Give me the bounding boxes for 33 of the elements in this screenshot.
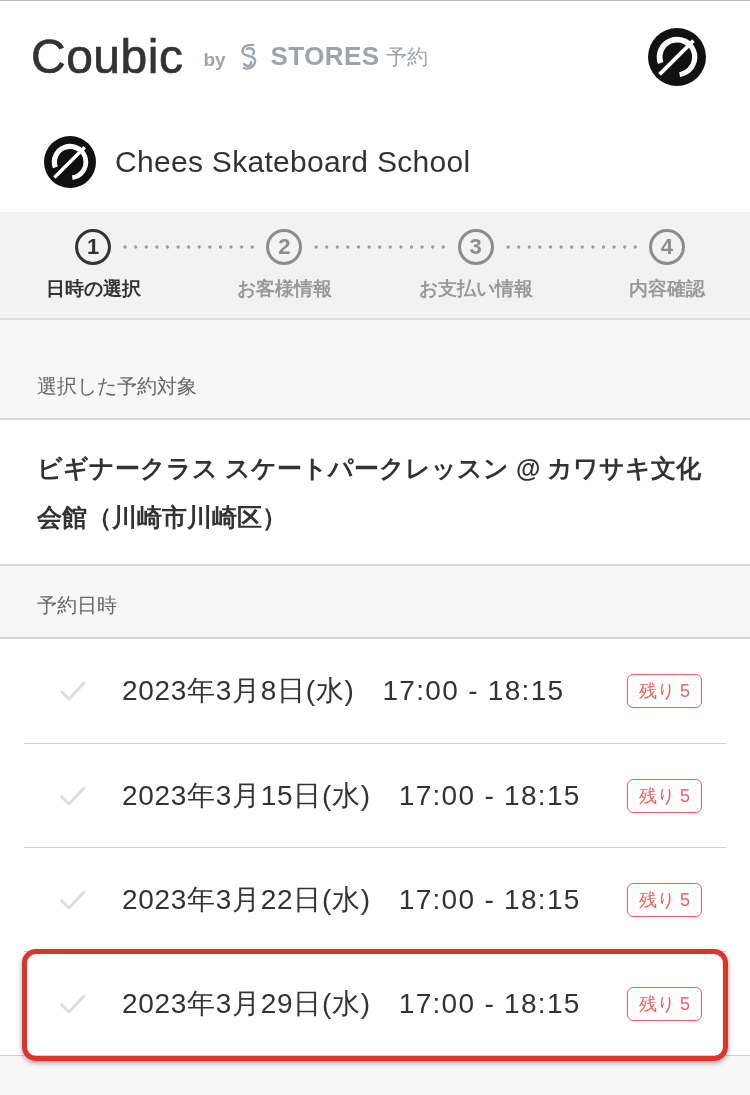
circle-logo-icon [648, 27, 706, 86]
time-slot-item[interactable]: 2023年3月8日(水) 17:00 - 18:15 残り 5 [24, 639, 726, 743]
partner-suffix: 予約 [386, 43, 429, 70]
remaining-badge: 残り 5 [627, 778, 702, 813]
slot-date: 2023年3月8日(水) [122, 674, 355, 708]
circle-logo-icon [44, 136, 96, 188]
slot-date: 2023年3月22日(水) [122, 882, 371, 917]
time-slot-item[interactable]: 2023年3月22日(水) 17:00 - 18:15 残り 5 [24, 847, 726, 951]
slot-date: 2023年3月29日(水) [122, 986, 371, 1021]
slot-time: 17:00 - 18:15 [382, 675, 565, 707]
section-heading: 選択した予約対象 [37, 374, 197, 398]
step-number: 4 [649, 229, 685, 265]
step-number: 2 [266, 229, 303, 265]
remaining-badge: 残り 5 [627, 986, 702, 1021]
slot-time: 17:00 - 18:15 [398, 987, 581, 1020]
slot-time: 17:00 - 18:15 [398, 779, 581, 812]
step-label: お支払い情報 [418, 277, 533, 301]
slot-time: 17:00 - 18:15 [398, 883, 581, 916]
brand-name: Coubic [31, 28, 184, 85]
section-heading: 予約日時 [37, 593, 117, 617]
step-label: 日時の選択 [45, 277, 141, 301]
step-number: 3 [457, 229, 494, 265]
step-label: 内容確認 [629, 277, 705, 301]
partner-name: STORES [270, 41, 380, 72]
remaining-badge: 残り 5 [627, 674, 702, 708]
remaining-badge: 残り 5 [627, 882, 702, 917]
by-label: by [203, 48, 226, 71]
lesson-title: ビギナークラス スケートパークレッスン @ カワサキ文化会館（川崎市川崎区） [37, 453, 703, 533]
slot-date: 2023年3月15日(水) [122, 778, 371, 813]
shop-name: Chees Skateboard School [115, 145, 471, 179]
step-label: お客様情報 [236, 277, 332, 301]
time-slot-item[interactable]: 2023年3月15日(水) 17:00 - 18:15 残り 5 [24, 743, 726, 847]
step-number: 1 [75, 229, 111, 265]
